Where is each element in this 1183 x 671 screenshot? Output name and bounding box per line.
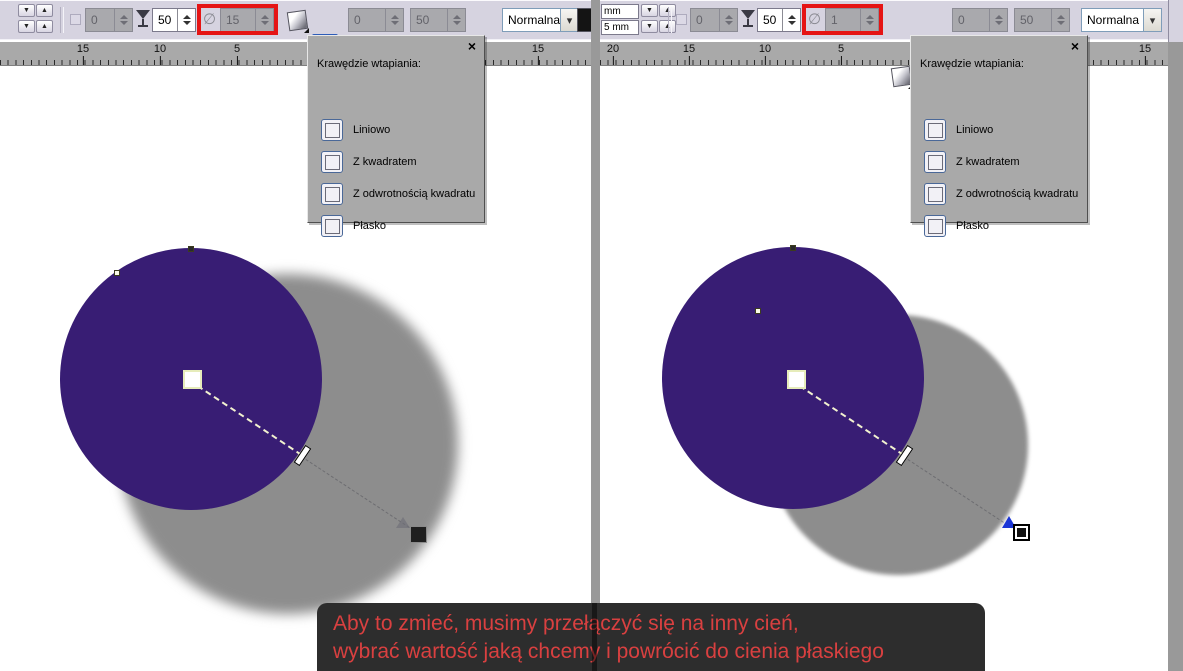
shadow-end-color-handle[interactable] bbox=[1013, 524, 1030, 541]
shadow-opacity-field[interactable]: 50 bbox=[152, 8, 196, 32]
fade-end-field: 50 bbox=[410, 8, 466, 32]
flyout-item-z-kwadratem[interactable]: Z kwadratem bbox=[321, 150, 417, 174]
shadow-color-swatch[interactable] bbox=[577, 8, 592, 32]
flyout-item-liniowo[interactable]: Liniowo bbox=[321, 118, 390, 142]
ruler-label: 20 bbox=[607, 43, 619, 55]
shadow-end-color-handle[interactable] bbox=[410, 526, 427, 543]
node-handle[interactable] bbox=[790, 245, 796, 251]
feather-flat-icon[interactable] bbox=[321, 215, 343, 237]
shadow-fade-field: 0 bbox=[690, 8, 738, 32]
combo-arrow-icon[interactable]: ▾ bbox=[1143, 8, 1162, 32]
shadow-start-handle[interactable] bbox=[183, 370, 202, 389]
spin-down-icon[interactable]: ▼ bbox=[641, 4, 658, 17]
offset-x-spinners: ▼ ▲ bbox=[18, 4, 53, 17]
feather-edges-flyout-right: × Krawędzie wtapiania: Liniowo Z kwadrat… bbox=[910, 35, 1088, 223]
spin-down-icon[interactable]: ▼ bbox=[641, 20, 658, 33]
node-handle[interactable] bbox=[755, 308, 761, 314]
spin-up-icon[interactable]: ▲ bbox=[36, 20, 53, 33]
flyout-title: Krawędzie wtapiania: bbox=[317, 58, 421, 70]
opacity-glass-icon bbox=[741, 10, 755, 30]
caption-line-1: Aby to zmieć, musimy przełączyć się na i… bbox=[333, 612, 799, 636]
flyout-item-z-kwadratem[interactable]: Z kwadratem bbox=[924, 150, 1020, 174]
ruler-left: 15 10 5 15 bbox=[0, 42, 591, 66]
spinner[interactable] bbox=[447, 9, 465, 31]
feather-inverse-squared-icon[interactable] bbox=[321, 183, 343, 205]
toolbar-separator bbox=[668, 7, 672, 33]
node-handle[interactable] bbox=[188, 246, 194, 252]
feather-squared-icon[interactable] bbox=[924, 151, 946, 173]
ruler-label: 10 bbox=[759, 43, 771, 55]
spinner[interactable] bbox=[782, 9, 800, 31]
feather-linear-icon[interactable] bbox=[321, 119, 343, 141]
shadow-opacity-field[interactable]: 50 bbox=[757, 8, 801, 32]
app-window: ▼ ▲ ▼ ▲ 0 50 ∅ 15 bbox=[0, 0, 1183, 671]
blend-mode-value: Normalna bbox=[502, 8, 560, 32]
spinner[interactable] bbox=[177, 9, 195, 31]
panel-divider-over-caption bbox=[592, 603, 597, 671]
spin-up-icon[interactable]: ▲ bbox=[36, 4, 53, 17]
fade-start-field: 0 bbox=[348, 8, 404, 32]
blend-mode-combo-left[interactable]: Normalna ▾ bbox=[502, 8, 579, 32]
shadow-start-handle[interactable] bbox=[787, 370, 806, 389]
flyout-item-plasko[interactable]: Płasko bbox=[321, 214, 386, 238]
ruler-ticks bbox=[0, 60, 591, 65]
ruler-label: 15 bbox=[532, 43, 544, 55]
flyout-item-z-odwrotnoscia[interactable]: Z odwrotnością kwadratu bbox=[321, 182, 475, 206]
shadow-color-dropdown-button[interactable] bbox=[284, 6, 310, 34]
shadow-fade-checkbox[interactable] bbox=[70, 14, 81, 25]
offset-x-mm-field[interactable]: mm bbox=[601, 4, 639, 19]
spinner[interactable] bbox=[989, 9, 1007, 31]
ruler-label: 15 bbox=[1139, 43, 1151, 55]
opacity-glass-icon bbox=[136, 10, 150, 30]
blend-mode-combo-right[interactable]: Normalna ▾ bbox=[1081, 8, 1162, 32]
shadow-fade-checkbox[interactable] bbox=[676, 14, 687, 25]
spinner[interactable] bbox=[385, 9, 403, 31]
shadow-fade-field: 0 bbox=[85, 8, 133, 32]
node-handle[interactable] bbox=[114, 270, 120, 276]
spinner[interactable] bbox=[1051, 9, 1069, 31]
shadow-end-arrow-icon bbox=[396, 517, 410, 528]
right-edge-strip-top bbox=[1168, 0, 1183, 42]
flyout-item-z-odwrotnoscia[interactable]: Z odwrotnością kwadratu bbox=[924, 182, 1078, 206]
toolbar-separator bbox=[60, 7, 64, 33]
ruler-label: 15 bbox=[683, 43, 695, 55]
close-icon[interactable]: × bbox=[468, 39, 476, 53]
flyout-title: Krawędzie wtapiania: bbox=[920, 58, 1024, 70]
feather-flat-icon[interactable] bbox=[924, 215, 946, 237]
feather-inverse-squared-icon[interactable] bbox=[924, 183, 946, 205]
offset-y-spinners: ▼ ▲ bbox=[18, 20, 53, 33]
spinner[interactable] bbox=[114, 9, 132, 31]
close-icon[interactable]: × bbox=[1071, 39, 1079, 53]
spinner[interactable] bbox=[719, 9, 737, 31]
right-edge-strip bbox=[1168, 0, 1183, 671]
dropdown-corner-icon bbox=[304, 28, 309, 33]
feather-edges-flyout-left: × Krawędzie wtapiania: Liniowo Z kwadrat… bbox=[307, 35, 485, 223]
offset-y-mm-field[interactable]: 5 mm bbox=[601, 20, 639, 35]
flyout-item-liniowo[interactable]: Liniowo bbox=[924, 118, 993, 142]
feather-linear-icon[interactable] bbox=[924, 119, 946, 141]
spin-down-icon[interactable]: ▼ bbox=[18, 20, 35, 33]
ruler-label: 5 bbox=[234, 43, 240, 55]
blend-mode-value: Normalna bbox=[1081, 8, 1143, 32]
panel-divider bbox=[591, 0, 600, 671]
flyout-item-plasko[interactable]: Płasko bbox=[924, 214, 989, 238]
ruler-label: 10 bbox=[154, 43, 166, 55]
spin-down-icon[interactable]: ▼ bbox=[18, 4, 35, 17]
ruler-label: 5 bbox=[838, 43, 844, 55]
feather-annotation-right bbox=[802, 4, 883, 35]
fade-end-field: 50 bbox=[1014, 8, 1070, 32]
tutorial-caption: Aby to zmieć, musimy przełączyć się na i… bbox=[317, 603, 985, 671]
feather-squared-icon[interactable] bbox=[321, 151, 343, 173]
caption-line-2: wybrać wartość jaką chcemy i powrócić do… bbox=[333, 640, 884, 664]
feather-annotation-left bbox=[197, 4, 278, 35]
fade-start-field: 0 bbox=[952, 8, 1008, 32]
ruler-label: 15 bbox=[77, 43, 89, 55]
